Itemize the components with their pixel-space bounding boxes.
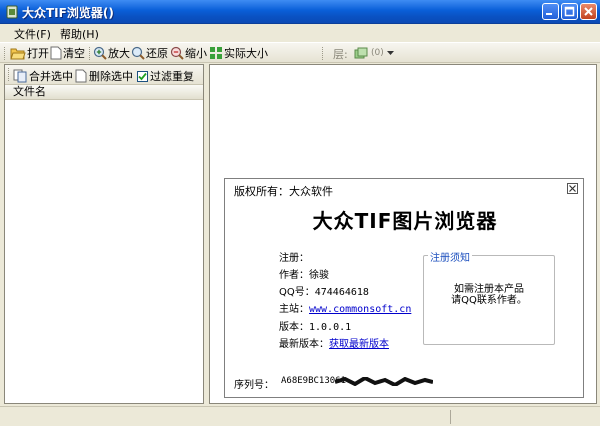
author-value: 徐骏 [309, 270, 329, 281]
latest-version-link[interactable]: 获取最新版本 [329, 339, 389, 350]
about-close-button[interactable] [567, 183, 578, 194]
file-list-panel: 合并选中 删除选中 过滤重复 文件名 [4, 64, 204, 404]
zoom-out-label: 缩小 [185, 47, 207, 60]
grid-icon [210, 47, 222, 59]
filter-duplicates-label: 过滤重复 [150, 70, 194, 83]
toolbar-grip-2[interactable] [322, 47, 325, 60]
title-bar[interactable]: 大众TIF浏览器() [0, 0, 600, 24]
zoom-out-icon [170, 46, 184, 60]
status-bar [0, 406, 600, 426]
checkmark-icon [138, 72, 147, 80]
filter-duplicates-checkbox[interactable]: 过滤重复 [137, 68, 194, 84]
close-icon [569, 185, 576, 192]
author-label: 作者： [279, 270, 309, 281]
registration-notice-box: 注册须知 如需注册本产品 请QQ联系作者。 [423, 249, 555, 345]
merge-selected-button[interactable]: 合并选中 [13, 68, 73, 84]
restore-label: 还原 [146, 47, 168, 60]
delete-selected-label: 删除选中 [89, 70, 133, 83]
column-header-filename[interactable]: 文件名 [5, 85, 203, 100]
actual-size-label: 实际大小 [224, 47, 268, 60]
toolbar-separator [89, 47, 92, 60]
zoom-out-button[interactable]: 缩小 [170, 45, 207, 61]
notice-text: 如需注册本产品 请QQ联系作者。 [424, 284, 554, 306]
maximize-icon [564, 6, 575, 17]
window-title: 大众TIF浏览器() [22, 6, 114, 20]
toolbar-grip[interactable] [4, 47, 7, 60]
file-list-toolbar: 合并选中 删除选中 过滤重复 [5, 65, 203, 85]
app-icon [6, 5, 18, 19]
actual-size-button[interactable]: 实际大小 [209, 45, 268, 61]
author-row: 作者：徐骏 [279, 266, 329, 281]
site-row: 主站：www.commonsoft.cn [279, 300, 411, 315]
blank-page-icon [75, 69, 87, 83]
notice-title: 注册须知 [428, 249, 472, 264]
redacted-serial-scribble [335, 377, 433, 386]
merge-pages-icon [13, 69, 27, 83]
about-app-title: 大众TIF图片浏览器 [312, 209, 498, 233]
qq-value: 474464618 [314, 287, 369, 298]
version-label: 版本： [279, 322, 309, 333]
register-label: 注册： [279, 253, 309, 264]
blank-page-icon [50, 46, 62, 60]
menu-help[interactable]: 帮助(H) [60, 26, 99, 42]
close-icon [584, 7, 593, 16]
version-value: 1.0.0.1 [309, 322, 352, 333]
version-row: 版本：1.0.0.1 [279, 318, 351, 333]
notice-line-2: 请QQ联系作者。 [451, 295, 527, 306]
left-toolbar-grip[interactable] [8, 68, 11, 81]
clear-button[interactable]: 清空 [50, 45, 85, 61]
zoom-in-icon [93, 46, 107, 60]
chevron-down-icon [386, 50, 394, 55]
delete-selected-button[interactable]: 删除选中 [75, 68, 133, 84]
site-link[interactable]: www.commonsoft.cn [309, 304, 411, 315]
site-label: 主站： [279, 304, 309, 315]
serial-label: 序列号： [234, 380, 274, 391]
minimize-button[interactable] [542, 3, 559, 20]
restore-button[interactable]: 还原 [131, 45, 168, 61]
layer-dropdown[interactable]: (0) [354, 45, 394, 61]
status-separator [450, 410, 451, 424]
close-button[interactable] [580, 3, 597, 20]
about-dialog: 版权所有：大众软件 大众TIF图片浏览器 注册： 作者：徐骏 QQ号：47446… [224, 178, 584, 398]
merge-selected-label: 合并选中 [29, 70, 73, 83]
open-folder-icon [10, 48, 26, 60]
zoom-in-button[interactable]: 放大 [93, 45, 130, 61]
notice-line-1: 如需注册本产品 [454, 284, 524, 295]
qq-row: QQ号：474464618 [279, 283, 369, 298]
minimize-icon [546, 13, 552, 15]
layer-label: 层: [333, 48, 348, 61]
copyright-text: 版权所有：大众软件 [234, 185, 333, 198]
menu-file[interactable]: 文件(F) [14, 26, 51, 42]
open-button[interactable]: 打开 [10, 45, 49, 61]
qq-label: QQ号： [279, 287, 315, 298]
filter-duplicates-check[interactable] [137, 70, 148, 82]
main-toolbar: 打开 清空 放大 还原 缩小 实际大小 层: (0) [0, 42, 600, 63]
menu-bar: 文件(F) 帮助(H) [0, 24, 600, 42]
layer-icon [354, 47, 368, 59]
latest-version-label: 最新版本： [279, 339, 329, 350]
open-label: 打开 [27, 47, 49, 60]
layer-value: (0) [371, 48, 384, 58]
latest-version-row: 最新版本：获取最新版本 [279, 335, 389, 350]
zoom-in-label: 放大 [108, 47, 130, 60]
magnifier-icon [131, 46, 145, 60]
clear-label: 清空 [63, 47, 85, 60]
maximize-button[interactable] [561, 3, 578, 20]
register-row: 注册： [279, 249, 309, 264]
